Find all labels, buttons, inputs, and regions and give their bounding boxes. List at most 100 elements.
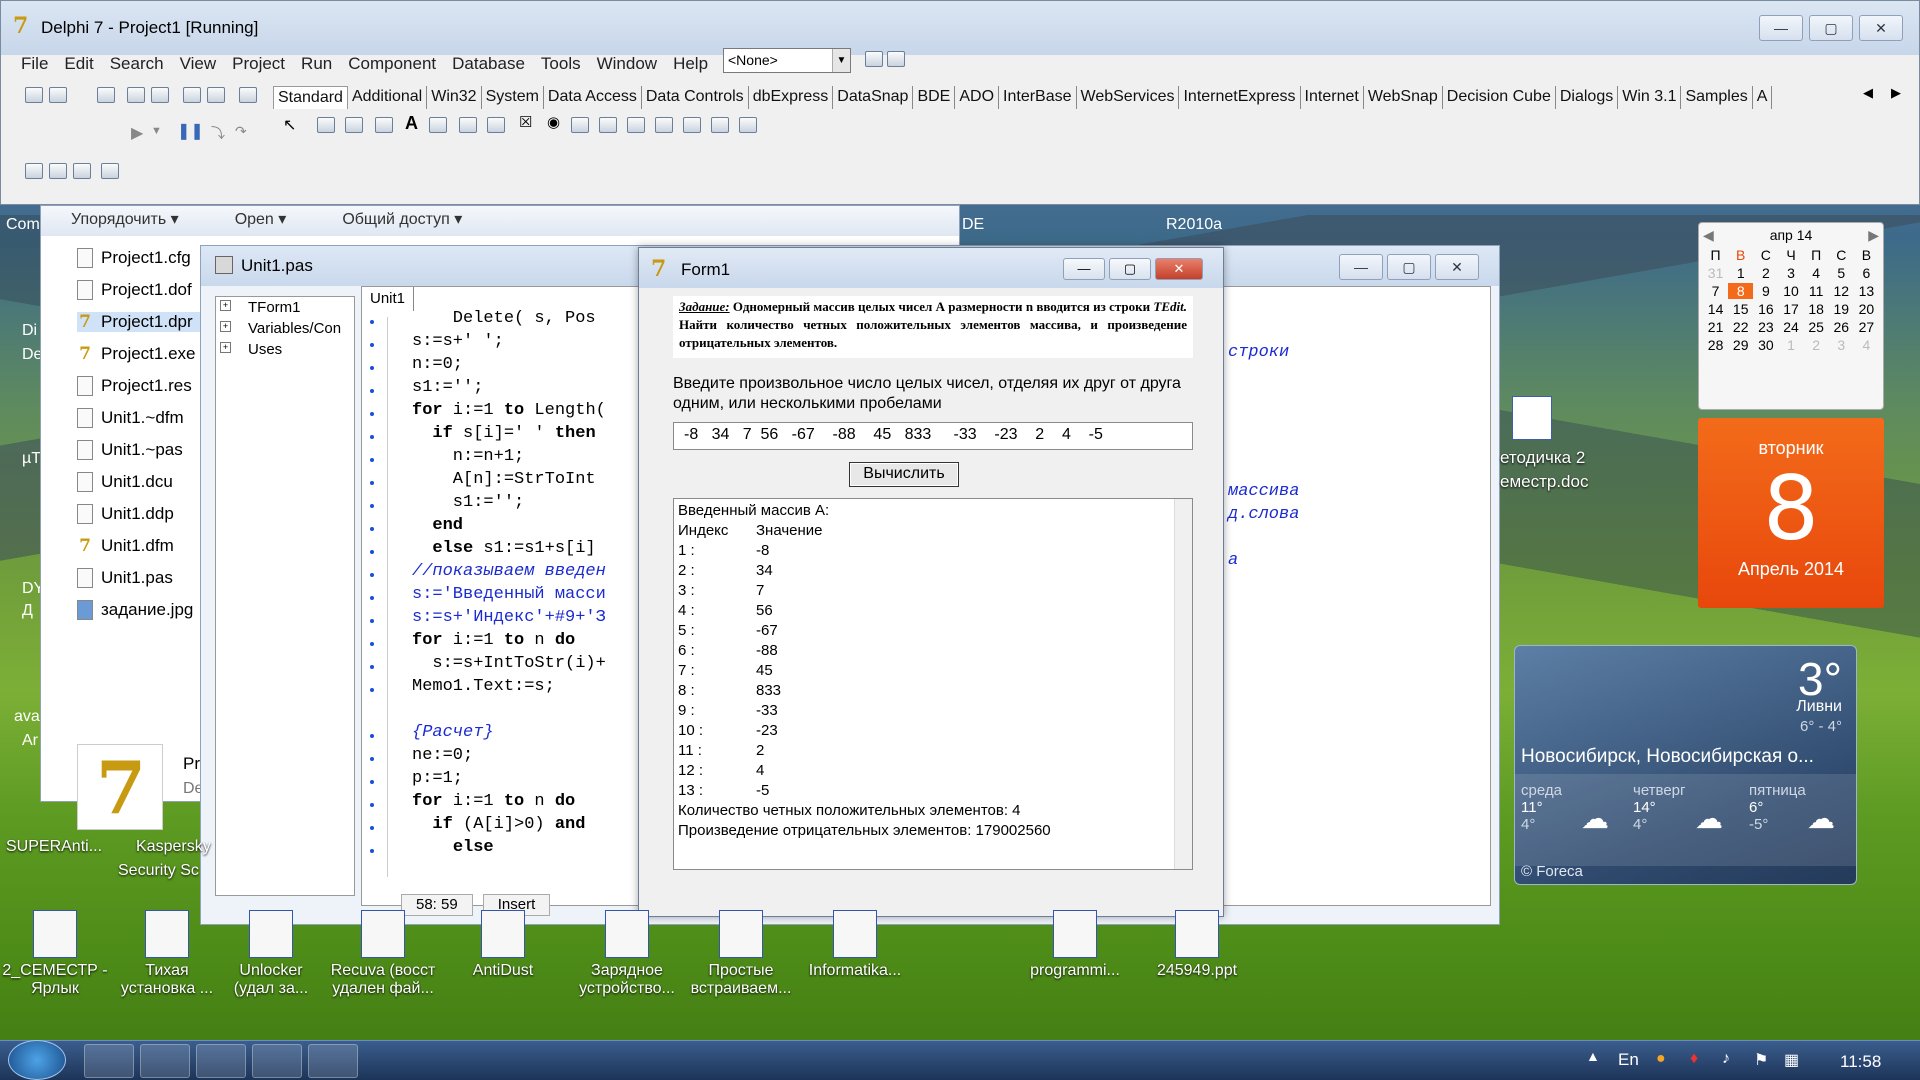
calendar-day[interactable]: 4 (1854, 337, 1879, 353)
run-icon[interactable]: ▶ (131, 123, 143, 143)
desktop-icon[interactable]: Зарядное устройство... (572, 910, 682, 998)
project-taskbar-icon[interactable] (308, 1044, 358, 1078)
palette-tab[interactable]: BDE (913, 86, 956, 109)
calendar-day[interactable]: 26 (1829, 319, 1854, 335)
desktop-icon[interactable]: Тихая установка ... (112, 910, 222, 998)
save-desktop-icon[interactable] (865, 51, 883, 67)
show-hidden-icons[interactable]: ▲ (1586, 1048, 1600, 1064)
palette-tab[interactable]: InternetExpress (1179, 86, 1301, 109)
maximize-button[interactable]: ▢ (1109, 258, 1151, 280)
save-all-icon[interactable] (127, 87, 145, 103)
palette-scroll-left-icon[interactable]: ◀ (1863, 85, 1873, 101)
palette-tab[interactable]: Win32 (427, 86, 482, 109)
minimize-button[interactable]: — (1339, 254, 1383, 280)
desktop-icon[interactable]: 2_СЕМЕСТР - Ярлык (0, 910, 110, 998)
desktop-icon[interactable]: Recuva (восст удален фай... (328, 910, 438, 998)
view-form-icon[interactable] (49, 163, 67, 179)
save-icon[interactable] (97, 87, 115, 103)
calendar-day[interactable]: 25 (1804, 319, 1829, 335)
calendar-day[interactable]: 24 (1778, 319, 1803, 335)
start-button[interactable] (8, 1040, 66, 1080)
edit-component-icon[interactable] (429, 117, 447, 133)
desktop-icon[interactable]: Informatika... (800, 910, 910, 980)
calendar-day[interactable]: 23 (1753, 319, 1778, 335)
file-item[interactable]: 7 Unit1.dfm (77, 536, 174, 556)
combobox-component-icon[interactable] (599, 117, 617, 133)
calendar-day[interactable]: 21 (1703, 319, 1728, 335)
view-unit-icon[interactable] (25, 163, 43, 179)
file-item[interactable]: 7 Project1.exe (77, 344, 195, 364)
calendar-day[interactable]: 29 (1728, 337, 1753, 353)
calendar-day[interactable]: 3 (1829, 337, 1854, 353)
calendar-day[interactable]: 16 (1753, 301, 1778, 317)
menu-database[interactable]: Database (444, 51, 533, 79)
groupbox-component-icon[interactable] (655, 117, 673, 133)
button-component-icon[interactable] (487, 117, 505, 133)
maximize-button[interactable]: ▢ (1809, 15, 1853, 41)
calendar-day[interactable]: 11 (1804, 283, 1829, 299)
desktop-icon-label[interactable]: SUPERAnti... (6, 838, 102, 856)
palette-tab[interactable]: WebSnap (1364, 86, 1443, 109)
calendar-day[interactable]: 12 (1829, 283, 1854, 299)
calendar-day[interactable]: 27 (1854, 319, 1879, 335)
listbox-component-icon[interactable] (571, 117, 589, 133)
new-form-icon[interactable] (101, 163, 119, 179)
file-item[interactable]: Unit1.~pas (77, 440, 183, 460)
organize-button[interactable]: Упорядочить ▾ (71, 209, 179, 233)
maximize-button[interactable]: ▢ (1387, 254, 1431, 280)
calendar-day[interactable]: 18 (1804, 301, 1829, 317)
desktop-layout-combo[interactable]: <None> ▼ (723, 48, 851, 73)
toggle-form-unit-icon[interactable] (73, 163, 91, 179)
help-icon[interactable] (239, 87, 257, 103)
menu-window[interactable]: Window (589, 51, 665, 79)
calendar-day[interactable]: 3 (1778, 265, 1803, 281)
actionlist-component-icon[interactable] (739, 117, 757, 133)
menu-run[interactable]: Run (293, 51, 340, 79)
calendar-day[interactable]: 20 (1854, 301, 1879, 317)
palette-scroll-right-icon[interactable]: ▶ (1891, 85, 1901, 101)
add-file-icon[interactable] (183, 87, 201, 103)
explorer-taskbar-icon[interactable] (84, 1044, 134, 1078)
menu-edit[interactable]: Edit (56, 51, 101, 79)
step-over-icon[interactable]: ↷ (235, 123, 247, 140)
calendar-day[interactable]: 17 (1778, 301, 1803, 317)
next-month-icon[interactable]: ▶ (1868, 227, 1879, 244)
tree-node[interactable]: Uses (216, 339, 354, 360)
tree-node[interactable]: TForm1 (216, 297, 354, 318)
file-item[interactable]: Unit1.dcu (77, 472, 173, 492)
calendar-day[interactable]: 1 (1778, 337, 1803, 353)
calendar-day[interactable]: 5 (1829, 265, 1854, 281)
palette-tab[interactable]: Internet (1301, 86, 1364, 109)
radiogroup-component-icon[interactable] (683, 117, 701, 133)
desktop-icon[interactable]: 245949.ppt (1142, 910, 1252, 980)
pause-icon[interactable]: ❚❚ (177, 121, 204, 141)
calendar-day[interactable]: 28 (1703, 337, 1728, 353)
result-memo[interactable]: Введенный массив А: Индекс Значение 1 : -8… (673, 498, 1193, 870)
desktop-icon[interactable]: AntiDust (448, 910, 558, 980)
file-item[interactable]: 7 Project1.dpr (77, 312, 207, 332)
calendar-day[interactable]: 4 (1804, 265, 1829, 281)
desktop-icon[interactable]: Простые встраиваем... (686, 910, 796, 998)
label-component-icon[interactable] (375, 117, 393, 133)
menu-file[interactable]: File (13, 51, 56, 79)
desktop-icon[interactable]: Unlocker (удал за... (216, 910, 326, 998)
security-icon[interactable]: ♦ (1690, 1050, 1698, 1068)
popup-menu-icon[interactable] (345, 117, 363, 133)
ie-taskbar-icon[interactable] (140, 1044, 190, 1078)
desktop-icon-label[interactable]: Security Sc (118, 862, 199, 880)
tree-node[interactable]: Variables/Con (216, 318, 354, 339)
chevron-down-icon[interactable]: ▼ (151, 125, 162, 137)
numbers-input[interactable]: -8 34 7 56 -67 -88 45 833 -33 -23 2 4 -5 (673, 422, 1193, 450)
word-taskbar-icon[interactable] (196, 1044, 246, 1078)
close-button[interactable]: ✕ (1155, 258, 1203, 280)
menu-help[interactable]: Help (665, 51, 716, 79)
language-indicator[interactable]: En (1618, 1050, 1639, 1070)
calendar-day[interactable]: 2 (1804, 337, 1829, 353)
main-menu-icon[interactable] (317, 117, 335, 133)
palette-tab[interactable]: Additional (348, 86, 428, 109)
avast-icon[interactable]: ● (1656, 1050, 1666, 1068)
checkbox-component-icon[interactable]: ☒ (519, 113, 532, 131)
palette-tab[interactable]: dbExpress (749, 86, 834, 109)
desktop-icon[interactable]: programmi... (1020, 910, 1130, 980)
palette-tab[interactable]: DataSnap (833, 86, 914, 109)
